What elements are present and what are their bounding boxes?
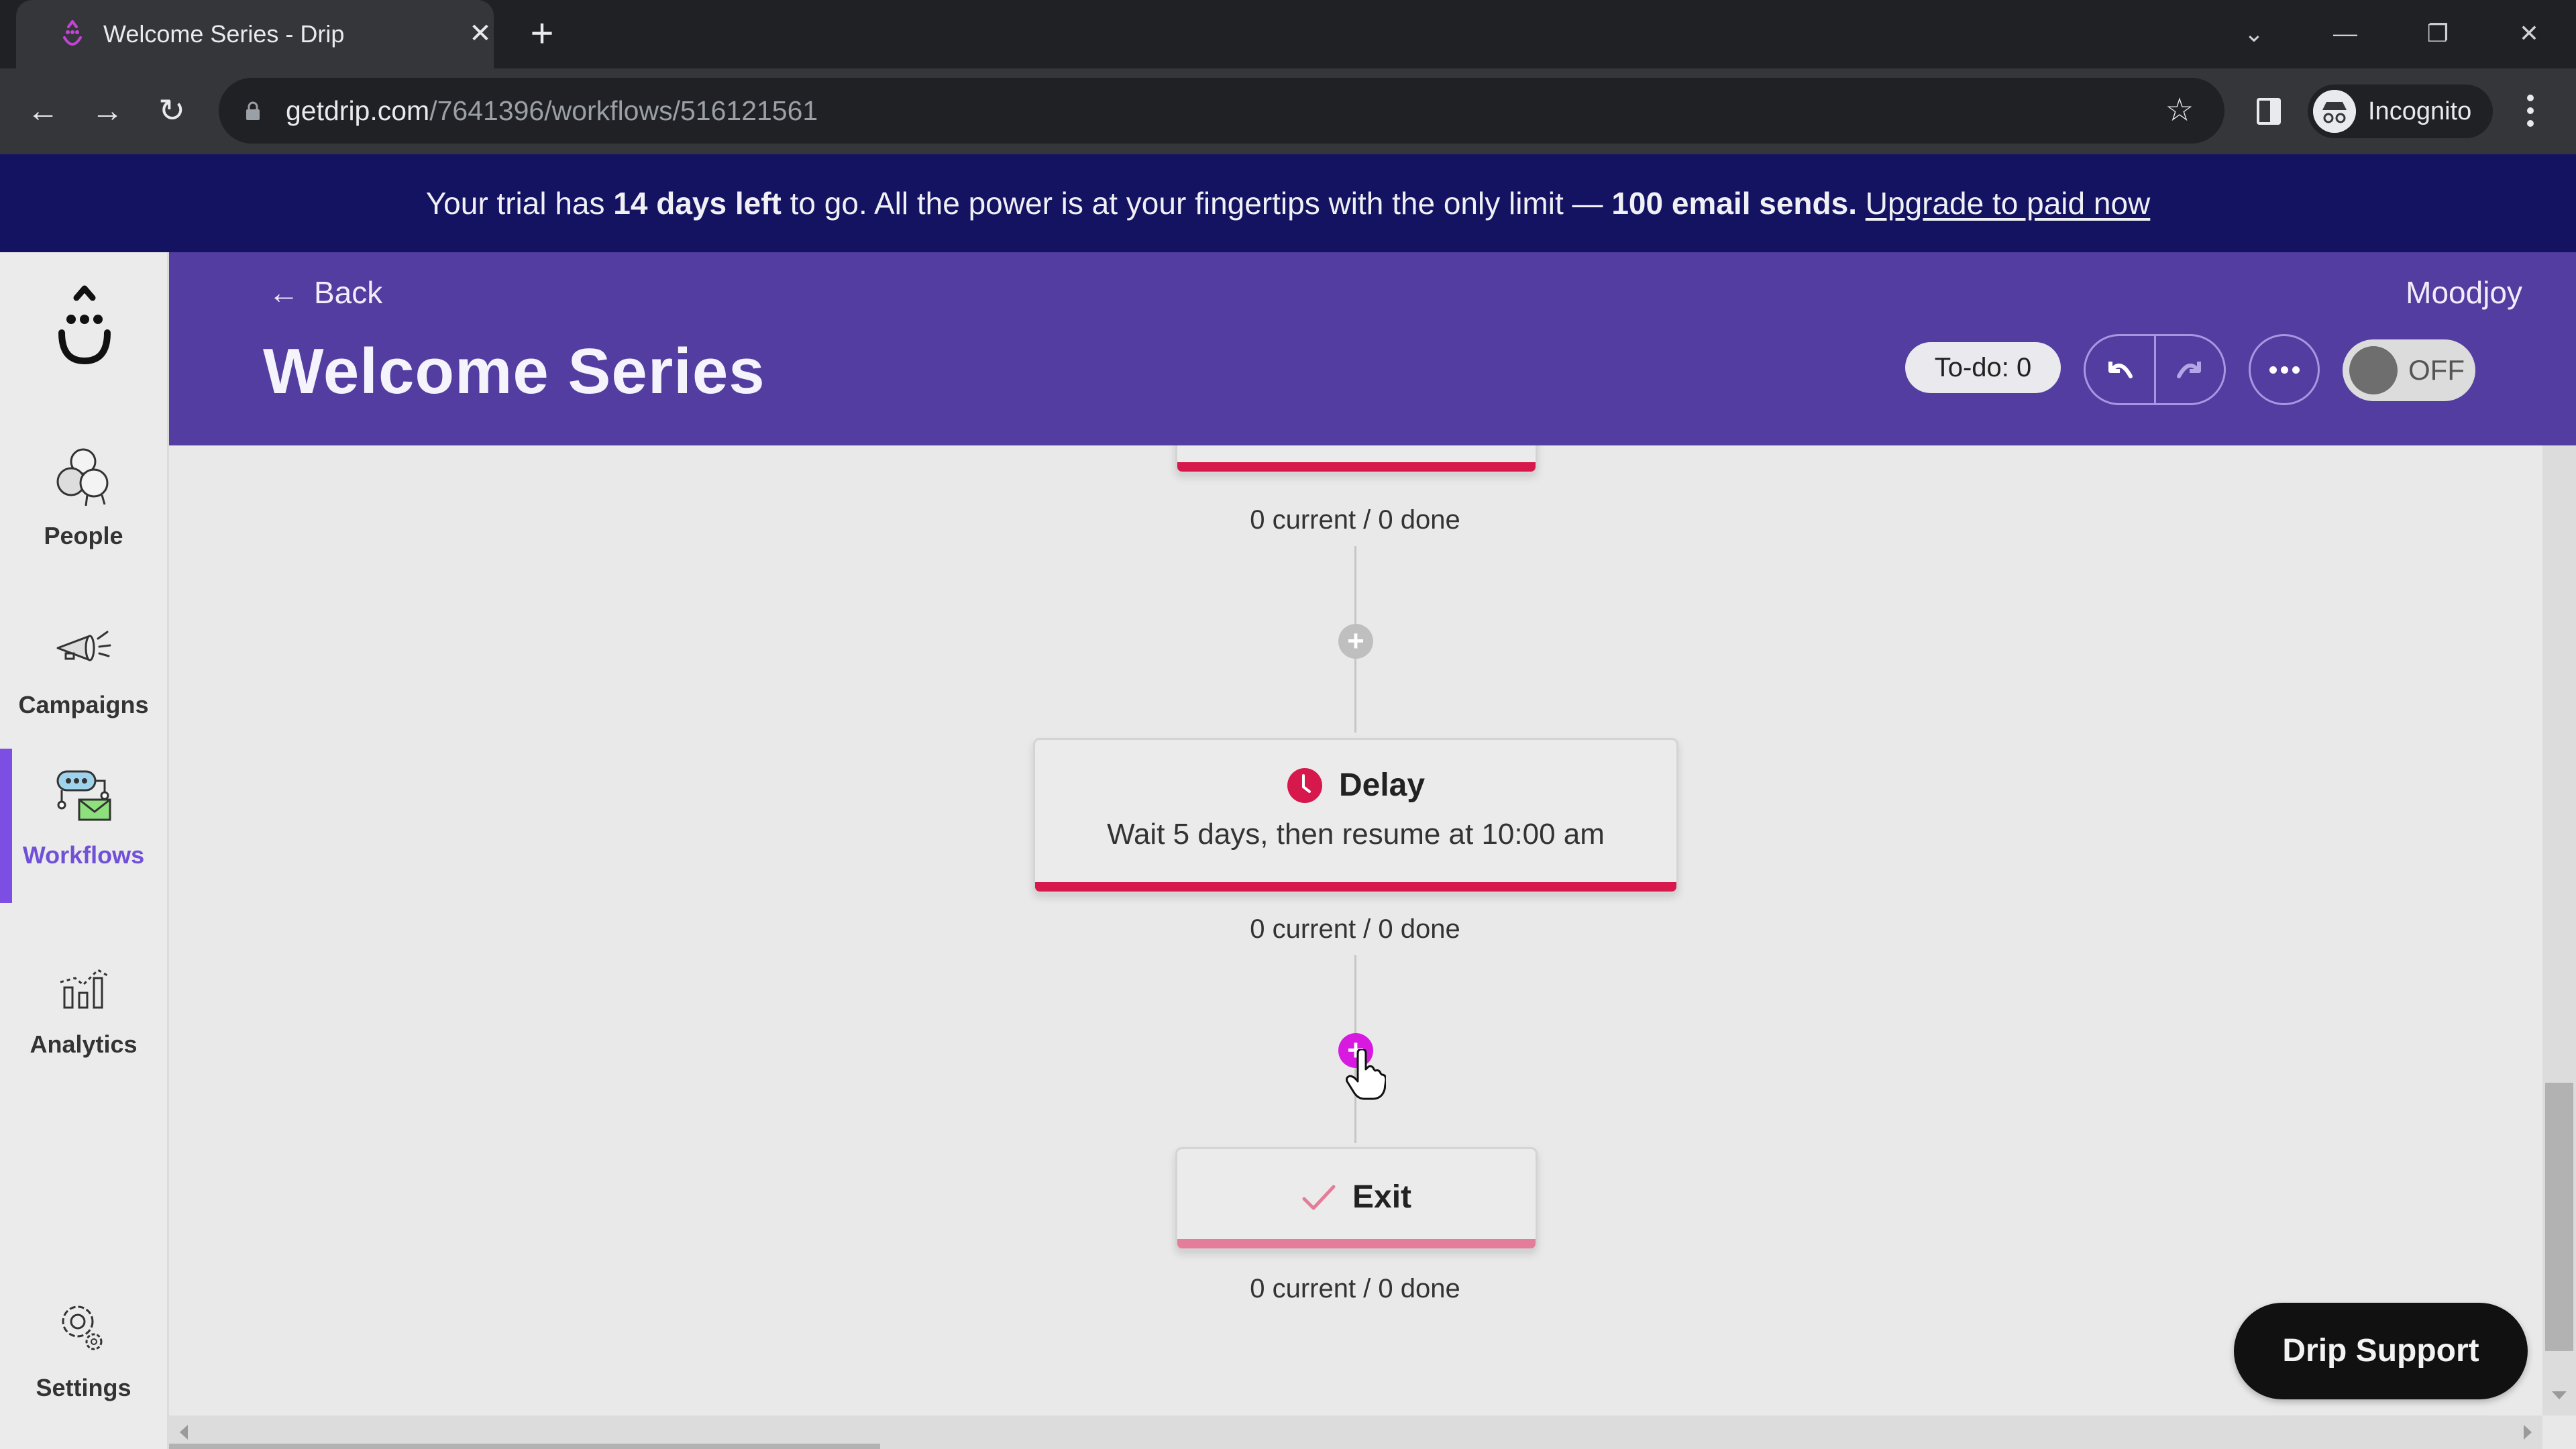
delay-title: Delay: [1338, 767, 1426, 803]
exit-title: Exit: [1352, 1179, 1412, 1215]
scroll-down-arrow-icon[interactable]: [2552, 1391, 2567, 1399]
horizontal-scroll-thumb[interactable]: [169, 1444, 880, 1449]
banner-text: Your trial has: [425, 186, 614, 221]
toggle-state-label: OFF: [2408, 354, 2465, 386]
megaphone-icon: [56, 631, 111, 661]
drip-logo-icon[interactable]: [51, 284, 118, 368]
more-options-button[interactable]: [2249, 334, 2320, 405]
sidebar-item-analytics[interactable]: Analytics: [0, 938, 167, 1092]
minimize-button[interactable]: —: [2325, 13, 2365, 54]
checkmark-icon: [1302, 1185, 1336, 1210]
back-arrow-icon[interactable]: ←: [20, 89, 66, 134]
back-link[interactable]: ← Back: [268, 271, 382, 314]
profile-label: Incognito: [2368, 97, 2472, 125]
workflow-canvas[interactable]: 0 current / 0 done + Delay Wait 5 days, …: [169, 445, 2551, 1415]
banner-send-limit: 100 email sends.: [1611, 186, 1857, 221]
sidebar-item-label: Analytics: [30, 1030, 138, 1058]
delay-title-row: Delay: [1035, 767, 1676, 804]
sidebar-item-settings[interactable]: Settings: [0, 1281, 167, 1436]
incognito-profile-button[interactable]: Incognito: [2308, 85, 2493, 138]
people-icon: [56, 448, 109, 506]
side-panel-icon[interactable]: [2253, 95, 2285, 127]
sidebar-item-workflows[interactable]: Workflows: [0, 749, 167, 903]
close-window-button[interactable]: ✕: [2509, 13, 2549, 54]
step-accent-bar: [1177, 462, 1536, 472]
restore-button[interactable]: ❐: [2418, 13, 2458, 54]
hand-cursor-icon: [1346, 1049, 1386, 1100]
tab-title: Welcome Series - Drip: [103, 20, 345, 48]
vertical-scrollbar[interactable]: [2542, 445, 2576, 1415]
add-step-button[interactable]: +: [1338, 624, 1373, 659]
gear-icon: [62, 1305, 103, 1350]
workflow-active-toggle[interactable]: OFF: [2343, 339, 2475, 401]
redo-button[interactable]: [2153, 336, 2224, 403]
browser-tabstrip: Welcome Series - Drip ✕ + ⌄ — ❐ ✕: [0, 0, 2576, 68]
banner-days-left: 14 days left: [613, 186, 782, 221]
horizontal-scrollbar[interactable]: [169, 1415, 2542, 1449]
sidebar-item-label: Workflows: [22, 841, 145, 869]
browser-menu-icon[interactable]: [2517, 89, 2544, 134]
tab-search-chevron-icon[interactable]: ⌄: [2234, 13, 2274, 54]
sidebar-item-label: People: [44, 522, 123, 549]
browser-toolbar: ← → ↻ getdrip.com/7641396/workflows/5161…: [0, 68, 2576, 154]
redo-icon: [2177, 362, 2202, 378]
account-name[interactable]: Moodjoy: [2406, 271, 2522, 314]
step-accent-bar: [1177, 1239, 1536, 1248]
upgrade-link[interactable]: Upgrade to paid now: [1866, 186, 2151, 221]
clock-icon: [1287, 767, 1322, 803]
workflow-header: ← Back Welcome Series Moodjoy To-do: 0 O…: [169, 252, 2576, 445]
tab-close-icon[interactable]: ✕: [464, 17, 496, 50]
step-accent-bar: [1035, 882, 1676, 892]
drip-favicon-icon: [63, 20, 82, 46]
scroll-right-arrow-icon[interactable]: [2524, 1425, 2532, 1440]
undo-redo-group: [2084, 334, 2226, 405]
address-bar[interactable]: getdrip.com/7641396/workflows/516121561 …: [219, 78, 2224, 144]
forward-arrow-icon[interactable]: →: [85, 89, 130, 134]
bookmark-star-icon[interactable]: ☆: [2161, 93, 2198, 129]
sidebar-item-people[interactable]: People: [0, 429, 167, 584]
page-title: Welcome Series: [263, 335, 765, 407]
todo-count-button[interactable]: To-do: 0: [1905, 342, 2061, 393]
toggle-knob: [2349, 346, 2398, 394]
sidebar-item-campaigns[interactable]: Campaigns: [0, 598, 167, 753]
drip-support-button[interactable]: Drip Support: [2234, 1303, 2528, 1399]
delay-step-card[interactable]: Delay Wait 5 days, then resume at 10:00 …: [1033, 738, 1678, 894]
browser-tab-active[interactable]: Welcome Series - Drip ✕: [16, 0, 494, 68]
scroll-left-arrow-icon[interactable]: [180, 1425, 188, 1440]
delay-description: Wait 5 days, then resume at 10:00 am: [1107, 818, 1605, 851]
undo-button[interactable]: [2086, 336, 2154, 403]
new-tab-button[interactable]: +: [523, 13, 561, 54]
reload-icon[interactable]: ↻: [149, 89, 195, 134]
analytics-icon: [60, 969, 108, 1009]
sidebar-item-label: Campaigns: [18, 691, 149, 718]
step-stats: 0 current / 0 done: [1250, 1274, 1460, 1303]
exit-step-card[interactable]: Exit: [1175, 1147, 1538, 1250]
step-stats: 0 current / 0 done: [1250, 505, 1460, 535]
banner-text: to go. All the power is at your fingerti…: [781, 186, 1612, 221]
back-arrow-icon: ←: [268, 275, 299, 310]
step-stats: 0 current / 0 done: [1250, 914, 1460, 944]
workflow-step-card-partial[interactable]: [1175, 445, 1538, 474]
vertical-scroll-thumb[interactable]: [2545, 1083, 2573, 1351]
lock-icon: [246, 101, 260, 120]
incognito-icon: [2313, 90, 2356, 133]
url-text: getdrip.com/7641396/workflows/516121561: [286, 95, 818, 126]
sidebar-item-label: Settings: [36, 1374, 131, 1401]
exit-title-row: Exit: [1177, 1179, 1536, 1216]
trial-banner: Your trial has 14 days left to go. All t…: [0, 154, 2576, 252]
workflow-icon: [56, 770, 111, 821]
back-label: Back: [314, 275, 383, 310]
undo-icon: [2108, 362, 2133, 378]
sidebar: People Campaigns Workflows Analytics Set…: [0, 252, 169, 1449]
